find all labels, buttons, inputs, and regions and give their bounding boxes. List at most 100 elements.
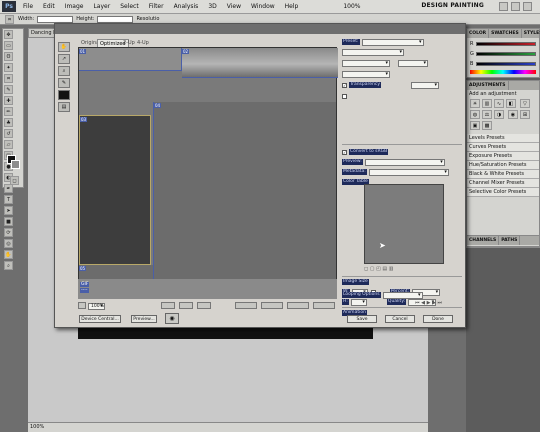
preset-levels[interactable]: Levels Presets (467, 134, 539, 143)
crop-tool-preset-icon[interactable]: ⌗ (5, 14, 14, 24)
curves-icon[interactable]: ∿ (494, 99, 504, 108)
3d-rotate-icon[interactable]: ⟳ (4, 228, 13, 237)
metadata-select[interactable] (368, 168, 449, 176)
minimize-button[interactable] (499, 2, 508, 11)
last-frame-icon[interactable]: ⏭ (437, 300, 442, 306)
close-button[interactable] (523, 2, 532, 11)
color-table[interactable]: ➤ (364, 184, 444, 264)
matte-select[interactable] (411, 81, 440, 89)
menu-filter[interactable]: Filter (144, 0, 169, 14)
preset-channel-mixer[interactable]: Channel Mixer Presets (467, 179, 539, 188)
menu-3d[interactable]: 3D (203, 0, 221, 14)
document-tab[interactable]: Dancing La (28, 28, 56, 38)
first-frame-icon[interactable]: ⏮ (415, 300, 420, 306)
exposure-icon[interactable]: ◧ (506, 99, 516, 108)
zoom-out-button[interactable] (78, 302, 86, 309)
preview-b-button[interactable] (197, 302, 211, 309)
tab-channels[interactable]: CHANNELS (467, 236, 500, 245)
menu-analysis[interactable]: Analysis (169, 0, 204, 14)
preset-selective-color[interactable]: Selective Color Presets (467, 188, 539, 197)
image-height-field[interactable] (350, 298, 367, 306)
maximize-button[interactable] (511, 2, 520, 11)
optimized-preview[interactable]: 01 02 03 04 05 (78, 47, 338, 299)
preview-g-button[interactable] (179, 302, 193, 309)
healing-tool-icon[interactable]: ✚ (4, 96, 13, 105)
toggle-slices-icon[interactable]: ▤ (58, 102, 70, 112)
menu-select[interactable]: Select (115, 0, 144, 14)
zoom-tool-icon[interactable]: ⌕ (58, 66, 70, 76)
hue-icon[interactable]: ◍ (470, 110, 480, 119)
balance-icon[interactable]: ⚖ (482, 110, 492, 119)
menu-window[interactable]: Window (246, 0, 280, 14)
crop-tool-icon[interactable]: ⌗ (4, 74, 13, 83)
format-select[interactable] (342, 48, 404, 56)
width-field[interactable] (37, 15, 74, 23)
height-field[interactable] (97, 15, 134, 23)
web-shift-icon[interactable]: ▢ (370, 266, 375, 272)
menu-view[interactable]: View (222, 0, 246, 14)
pen-tool-icon[interactable]: ✒ (4, 184, 13, 193)
cancel-button[interactable]: Cancel (385, 315, 415, 323)
save-button[interactable]: Save (347, 315, 377, 323)
tab-styles[interactable]: STYLES (522, 29, 540, 38)
zoom-tool-icon[interactable]: ⌕ (4, 261, 13, 270)
map-transparent-icon[interactable]: ◻ (364, 266, 368, 272)
next-frame-icon[interactable]: ▶ (432, 300, 436, 306)
dither-select[interactable] (342, 70, 390, 78)
brightness-icon[interactable]: ☀ (470, 99, 480, 108)
wand-tool-icon[interactable]: ✦ (4, 63, 13, 72)
brush-tool-icon[interactable]: ✏ (4, 107, 13, 116)
tab-color[interactable]: COLOR (467, 29, 490, 38)
menu-image[interactable]: Image (60, 0, 89, 14)
done-button[interactable]: Done (423, 315, 453, 323)
preview-select[interactable] (364, 158, 445, 166)
invert-icon[interactable]: ▣ (470, 121, 480, 130)
dialog-title-bar[interactable] (55, 24, 465, 34)
workspace-switcher[interactable]: DESIGN PAINTING (421, 2, 484, 9)
history-brush-icon[interactable]: ↺ (4, 129, 13, 138)
lasso-tool-icon[interactable]: ʘ (4, 52, 13, 61)
slice-select-icon[interactable]: ↗ (58, 54, 70, 64)
delete-color-icon[interactable]: ▥ (389, 266, 394, 272)
slice-02[interactable]: 02 (182, 48, 338, 78)
device-central-button[interactable]: Device Central... (79, 315, 121, 323)
lock-icon[interactable]: ◰ (376, 266, 381, 272)
hand-tool-icon[interactable]: ✋ (58, 42, 70, 52)
reduction-select[interactable] (342, 59, 390, 67)
tab-paths[interactable]: PATHS (499, 236, 521, 245)
interlaced-checkbox[interactable] (342, 93, 347, 99)
tab-swatches[interactable]: SWATCHES (489, 29, 522, 38)
slice-04[interactable]: 04 (153, 102, 336, 292)
eraser-tool-icon[interactable]: ▱ (4, 140, 13, 149)
slice-01[interactable]: 01 (79, 48, 182, 71)
eyedropper-icon[interactable]: ✎ (58, 78, 70, 88)
vibrance-icon[interactable]: ▽ (519, 99, 530, 108)
move-tool-icon[interactable]: ✥ (4, 30, 13, 39)
stamp-tool-icon[interactable]: ♣ (4, 118, 13, 127)
convert-srgb-checkbox[interactable]: ✓ (342, 149, 347, 155)
eyedropper-tool-icon[interactable]: ✎ (4, 85, 13, 94)
posterize-icon[interactable]: ▩ (482, 121, 492, 130)
eyedropper-color-swatch[interactable] (58, 90, 70, 100)
red-slider[interactable]: R (470, 40, 536, 48)
menu-file[interactable]: File (18, 0, 38, 14)
background-color-swatch[interactable] (11, 160, 20, 169)
transparency-checkbox[interactable]: ✓ (342, 82, 347, 88)
green-slider[interactable]: G (470, 50, 536, 58)
zoom-level[interactable]: 100% (343, 3, 360, 10)
path-select-icon[interactable]: ➤ (4, 206, 13, 215)
status-zoom[interactable]: 100% (30, 424, 44, 430)
prev-frame-icon[interactable]: ◀ (421, 300, 425, 306)
slice-03[interactable]: 03 (79, 115, 151, 265)
photo-filter-icon[interactable]: ◉ (507, 110, 518, 119)
tab-adjustments[interactable]: ADJUSTMENTS (467, 81, 509, 90)
zoom-select[interactable]: 100% (88, 303, 105, 310)
new-color-icon[interactable]: ▤ (382, 266, 387, 272)
menu-help[interactable]: Help (280, 0, 304, 14)
tab-4-up[interactable]: 4-Up (135, 39, 151, 47)
looping-select[interactable] (382, 291, 423, 299)
preset-black-white[interactable]: Black & White Presets (467, 170, 539, 179)
menu-layer[interactable]: Layer (88, 0, 115, 14)
play-icon[interactable]: ▶ (427, 300, 431, 306)
color-spectrum-bar[interactable] (470, 70, 536, 74)
